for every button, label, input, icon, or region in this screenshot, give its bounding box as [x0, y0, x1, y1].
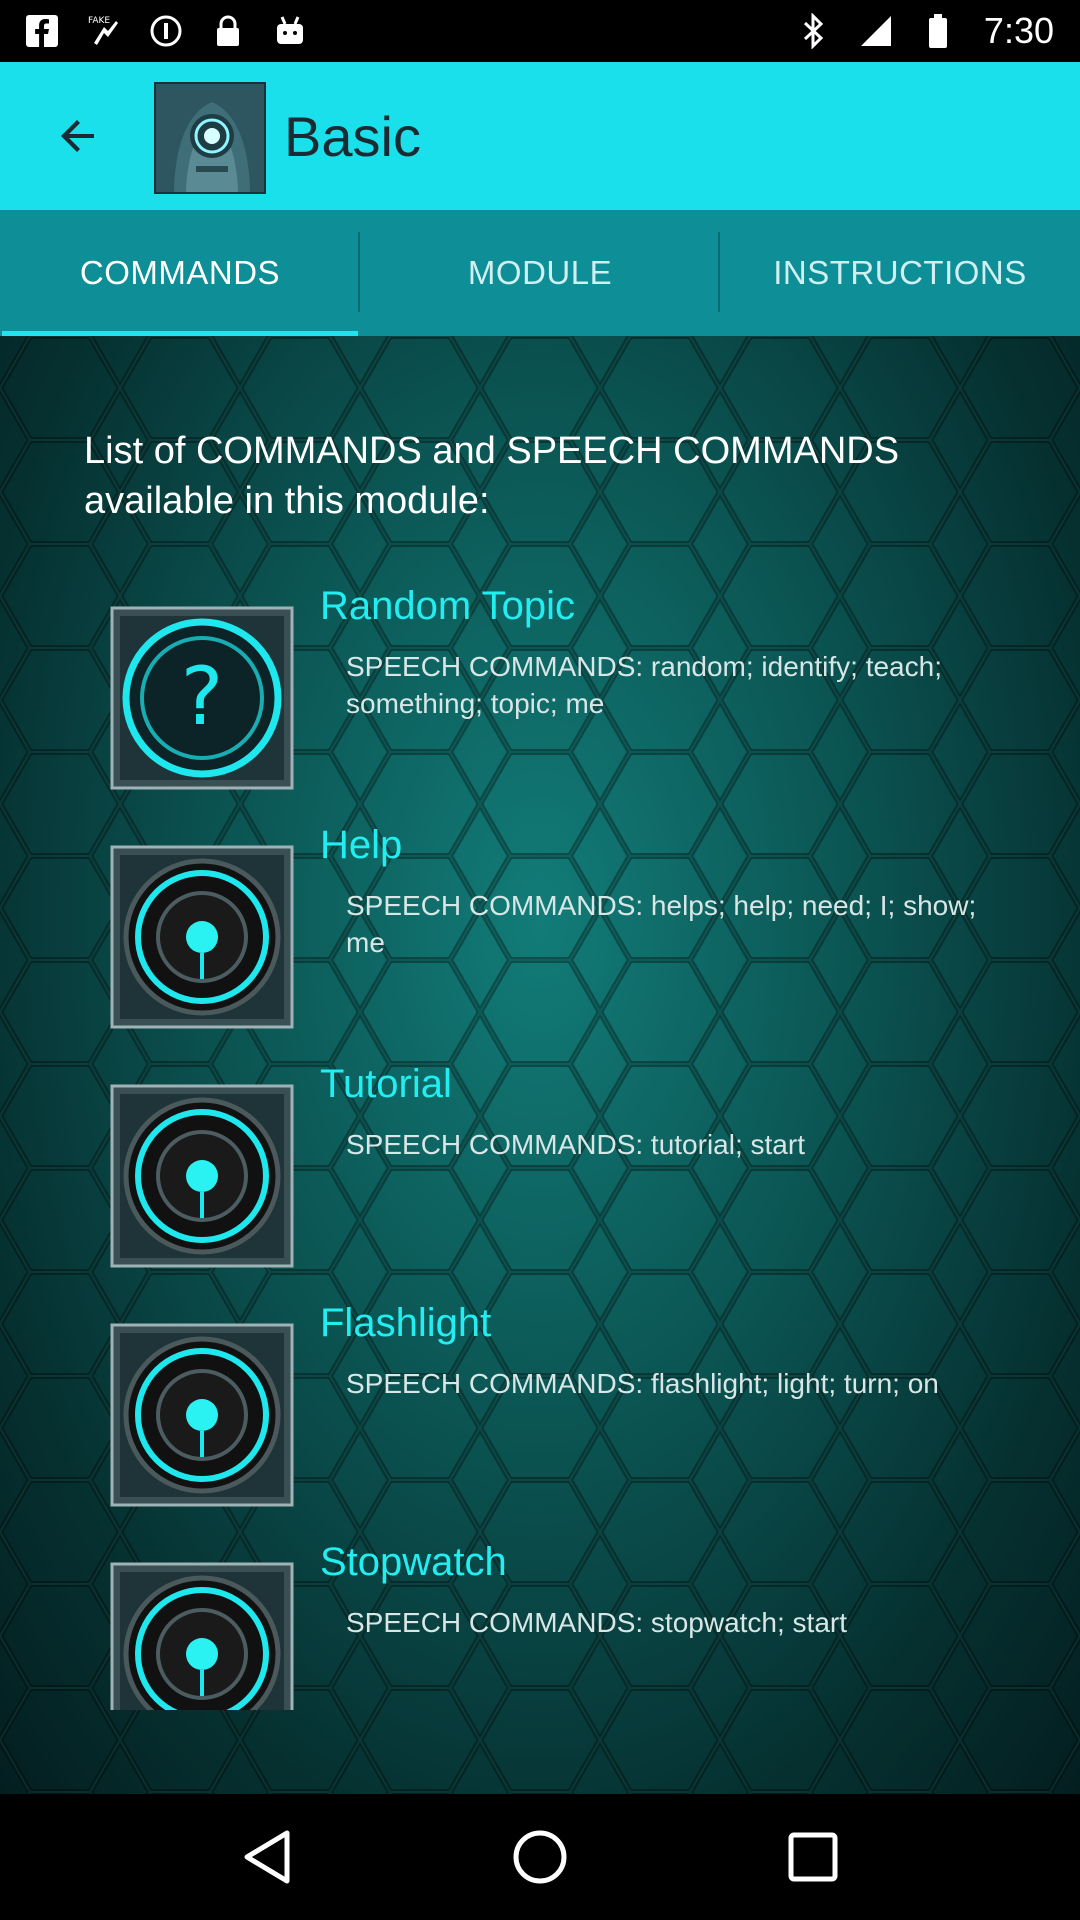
- intro-text: List of COMMANDS and SPEECH COMMANDS ava…: [84, 430, 900, 522]
- tab-commands[interactable]: COMMANDS: [0, 210, 360, 336]
- command-description: SPEECH COMMANDS: stopwatch; start: [346, 1607, 848, 1638]
- command-title: Flashlight: [320, 1301, 492, 1345]
- robot-logo-icon: [156, 84, 264, 192]
- command-description: SPEECH COMMANDS: helps; help; need; I; s…: [346, 890, 977, 958]
- app-logo: [154, 82, 266, 194]
- command-item-stopwatch[interactable]: Stopwatch SPEECH COMMANDS: stopwatch; st…: [0, 1540, 1080, 1794]
- nav-home-button[interactable]: [500, 1817, 580, 1897]
- target-icon: [110, 845, 294, 1029]
- signal-icon: [856, 11, 896, 51]
- lock-icon: [208, 11, 248, 51]
- navigation-bar: [0, 1794, 1080, 1920]
- android-icon: [270, 11, 310, 51]
- bluetooth-icon: [794, 11, 834, 51]
- status-time: 7:30: [983, 10, 1054, 51]
- nav-home-icon: [513, 1830, 567, 1884]
- tab-label: COMMANDS: [79, 254, 281, 291]
- tab-bar: COMMANDS MODULE INSTRUCTIONS: [0, 210, 1080, 336]
- target-icon: [110, 1084, 294, 1268]
- tab-label: INSTRUCTIONS: [773, 254, 1027, 291]
- arrow-back-icon: [61, 120, 94, 152]
- status-bar: FAKE 7:30: [0, 0, 1080, 62]
- fake-gps-icon: FAKE: [84, 11, 124, 51]
- battery-icon: [918, 11, 958, 51]
- page-title: Basic: [284, 105, 421, 168]
- svg-text:?: ?: [181, 650, 223, 743]
- nav-recents-icon: [788, 1832, 838, 1882]
- command-item-random-topic[interactable]: ? Random Topic SPEECH COMMANDS: random; …: [0, 584, 1080, 846]
- nav-back-button[interactable]: [227, 1817, 307, 1897]
- back-button[interactable]: [44, 102, 112, 170]
- svg-text:FAKE: FAKE: [88, 16, 110, 26]
- command-title: Tutorial: [320, 1062, 452, 1106]
- screen: FAKE 7:30 Basic COMMANDS MODULE INSTRUCT…: [0, 0, 1080, 1920]
- target-icon: [110, 1323, 294, 1507]
- facebook-icon: [22, 11, 62, 51]
- command-title: Help: [320, 823, 403, 867]
- command-item-tutorial[interactable]: Tutorial SPEECH COMMANDS: tutorial; star…: [0, 1062, 1080, 1324]
- command-item-flashlight[interactable]: Flashlight SPEECH COMMANDS: flashlight; …: [0, 1301, 1080, 1563]
- command-description: SPEECH COMMANDS: flashlight; light; turn…: [346, 1368, 939, 1399]
- commands-content[interactable]: List of COMMANDS and SPEECH COMMANDS ava…: [0, 336, 1080, 1794]
- question-target-icon: ?: [110, 606, 294, 790]
- app-bar: Basic: [0, 62, 1080, 210]
- nav-back-icon: [244, 1830, 290, 1884]
- tab-instructions[interactable]: INSTRUCTIONS: [720, 210, 1080, 336]
- nav-recents-button[interactable]: [773, 1817, 853, 1897]
- command-description: SPEECH COMMANDS: tutorial; start: [346, 1129, 805, 1160]
- command-title: Stopwatch: [320, 1540, 507, 1584]
- info-circle-icon: [146, 11, 186, 51]
- tab-module[interactable]: MODULE: [360, 210, 720, 336]
- command-item-help[interactable]: Help SPEECH COMMANDS: helps; help; need;…: [0, 823, 1080, 1085]
- command-title: Random Topic: [320, 584, 575, 628]
- command-description: SPEECH COMMANDS: random; identify; teach…: [346, 651, 942, 719]
- tab-label: MODULE: [467, 254, 613, 291]
- target-icon: [110, 1562, 294, 1710]
